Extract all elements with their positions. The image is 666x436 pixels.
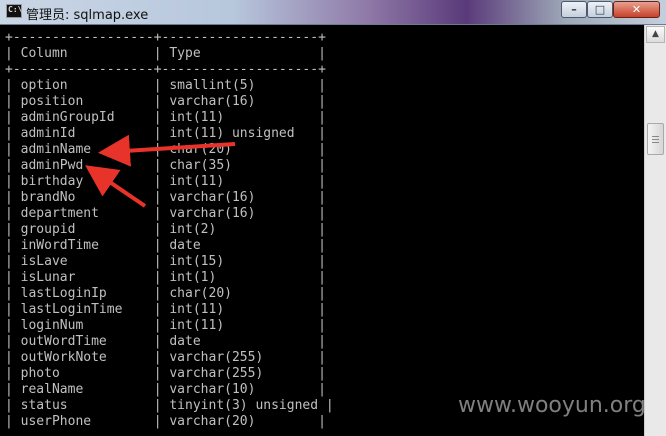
console-icon-label: C:\ [8,5,23,14]
table-top-border: +------------------+--------------------… [5,30,326,45]
table-header-border: +------------------+--------------------… [5,62,326,77]
table-row: | photo | varchar(255) | [5,366,326,381]
grip-line [652,142,659,143]
table-row: | adminPwd | char(35) | [5,158,326,173]
watermark: www.wooyun.org [458,393,646,418]
console-output[interactable]: +------------------+--------------------… [0,25,644,436]
vertical-scrollbar[interactable]: ▲ [644,25,666,436]
table-row: | birthday | int(11) | [5,174,326,189]
table-row: | department | varchar(16) | [5,206,326,221]
console-window: C:\ 管理员: sqlmap.exe – □ ✕ +-------------… [0,0,666,436]
table-row: | brandNo | varchar(16) | [5,190,326,205]
table-row: | adminName | char(20) | [5,142,326,157]
table-row: | status | tinyint(3) unsigned | [5,398,334,413]
minimize-button[interactable]: – [561,1,587,18]
table-row: | loginNum | int(11) | [5,318,326,333]
maximize-button[interactable]: □ [587,1,613,18]
table-row: | isLave | int(15) | [5,254,326,269]
table-row: | lastLoginTime | int(11) | [5,302,326,317]
table-row: | lastLoginIp | char(20) | [5,286,326,301]
table-row: | userPhone | varchar(20) | [5,414,326,429]
title-bar[interactable]: C:\ 管理员: sqlmap.exe – □ ✕ [0,0,666,25]
table-row: | isLunar | int(1) | [5,270,326,285]
table-row: | groupid | int(2) | [5,222,326,237]
table-row: | realName | varchar(10) | [5,382,326,397]
scroll-up-arrow-icon[interactable]: ▲ [646,26,665,43]
console-app-icon[interactable]: C:\ [6,4,22,18]
grip-line [652,139,659,140]
window-title: 管理员: sqlmap.exe [26,8,149,23]
table-row: | adminId | int(11) unsigned | [5,126,326,141]
table-row: | position | varchar(16) | [5,94,326,109]
table-header: | Column | Type | [5,46,326,61]
table-row: | outWorkNote | varchar(255) | [5,350,326,365]
table-row: | adminGroupId | int(11) | [5,110,326,125]
grip-line [652,136,659,137]
table-row: | inWordTime | date | [5,238,326,253]
table-row: | outWordTime | date | [5,334,326,349]
scrollbar-thumb[interactable] [647,123,664,155]
close-button[interactable]: ✕ [613,1,660,18]
table-row: | option | smallint(5) | [5,78,326,93]
